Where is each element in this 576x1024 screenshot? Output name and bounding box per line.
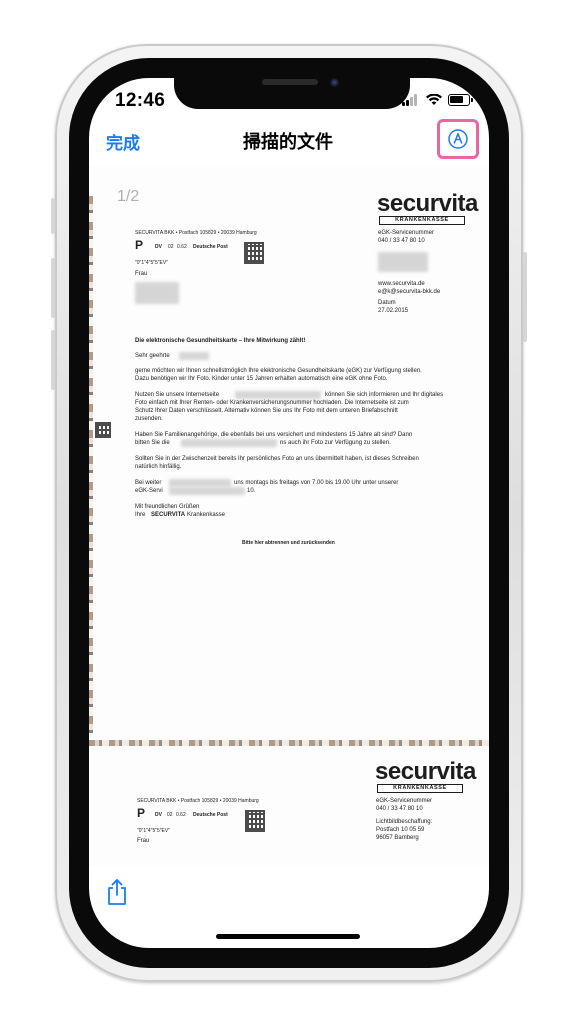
cut-line-text: Bitte hier abtrennen und zurücksenden <box>242 540 335 546</box>
battery-icon <box>448 94 470 106</box>
city: 96057 Bamberg <box>376 835 419 841</box>
redacted-url <box>235 391 321 399</box>
signature-suffix: Krankenkasse <box>187 512 226 518</box>
p3-line1: Haben Sie Familienangehörige, die ebenfa… <box>135 432 413 438</box>
p5-line2a: eGK-Servi <box>135 488 163 494</box>
page-title: 掃描的文件 <box>243 132 333 152</box>
postage-dv: DV <box>155 244 162 250</box>
signature-bold: SECURVITA <box>151 512 186 518</box>
scanned-page-1: 1/2 securvita KRANKENKASSE SECURVITA BKK… <box>89 166 489 746</box>
side-button-left-1 <box>51 198 55 234</box>
status-time: 12:46 <box>115 90 166 111</box>
logo-subtitle-2: KRANKENKASSE <box>377 784 463 793</box>
redacted-name <box>179 352 209 360</box>
home-indicator[interactable] <box>216 934 360 939</box>
p4-line1: Sollten Sie in der Zwischenzeit bereits … <box>135 456 419 462</box>
markup-pen-icon <box>448 129 468 149</box>
postage-code2: 0.62 <box>177 244 187 250</box>
markup-button[interactable] <box>437 119 479 159</box>
securvita-logo: securvita <box>377 190 478 217</box>
service-label-2: eGK-Servicenummer <box>376 798 433 804</box>
logo-subtitle: KRANKENKASSE <box>379 216 465 225</box>
page-indicator: 1/2 <box>117 188 140 205</box>
side-button-left-3 <box>51 330 55 390</box>
sender-line-2: SECURVITA BKK • Postfach 105829 • 20039 … <box>137 798 259 804</box>
postbox: Postfach 10 05 59 <box>376 827 425 833</box>
scan-edge-shadow <box>89 196 93 736</box>
securvita-logo-2: securvita <box>375 758 476 785</box>
side-barcode <box>95 422 111 438</box>
recipient-salutation: Frau <box>135 271 148 277</box>
email: e@k@securvita-bkk.de <box>378 289 441 295</box>
photo-label: Lichtbildbeschaffung: <box>376 819 433 825</box>
p2-line1b: können Sie sich informieren und Ihr digi… <box>325 392 444 398</box>
scanned-document-view[interactable]: 1/2 securvita KRANKENKASSE SECURVITA BKK… <box>89 166 489 866</box>
status-icons <box>402 94 473 108</box>
p2-line2: Foto einfach mit Ihrer Renten- oder Kran… <box>135 400 409 406</box>
redacted-service <box>169 487 245 495</box>
p2-line3: Schutz Ihrer Daten verschlüsselt. Altern… <box>135 408 398 414</box>
datamatrix-code <box>244 242 264 264</box>
redacted-contact <box>378 252 428 272</box>
datamatrix-code-2 <box>245 810 265 832</box>
p1-line1: gerne möchten wir Ihnen schnellstmöglich… <box>135 368 422 374</box>
letter-greeting: Sehr geehrte <box>135 353 170 359</box>
redacted-recipient <box>135 282 179 304</box>
service-number-2: 040 / 33 47 80 10 <box>376 806 423 812</box>
service-number: 040 / 33 47 80 10 <box>378 238 425 244</box>
redacted-question <box>169 479 231 487</box>
postage-p-2: P <box>137 806 146 820</box>
p1-line2: Dazu benötigen wir Ihr Foto. Kinder unte… <box>135 376 388 382</box>
p5-line2b: 10. <box>247 488 256 494</box>
speaker <box>262 79 318 85</box>
website: www.securvita.de <box>378 281 425 287</box>
sender-line: SECURVITA BKK • Postfach 105829 • 20039 … <box>135 230 257 236</box>
wifi-icon <box>426 94 442 105</box>
service-label: eGK-Servicenummer <box>378 230 435 236</box>
p5-line1a: Bei weiter <box>135 480 162 486</box>
letter-subject: Die elektronische Gesundheitskarte – Ihr… <box>135 338 306 344</box>
p3-line2a: bitten Sie die <box>135 440 170 446</box>
deutsche-post: Deutsche Post <box>193 244 228 250</box>
redacted-family <box>181 439 277 447</box>
scanned-page-2: securvita KRANKENKASSE SECURVITA BKK • P… <box>89 746 489 866</box>
barcode-code: "0"1"4"5"5"EV" <box>135 260 168 266</box>
signal-icon <box>402 94 418 106</box>
p4-line2: natürlich hinfällig. <box>135 464 182 470</box>
p3-line2b: ns auch ihr Foto zur Verfügung zu stelle… <box>280 440 391 446</box>
side-button-left-2 <box>51 258 55 318</box>
battery-tip <box>471 98 473 102</box>
postage-code1: 02 <box>168 244 174 250</box>
postage-p: P <box>135 238 144 252</box>
postage-dv-2: DV <box>155 812 162 818</box>
notch <box>174 71 410 109</box>
p2-line1a: Nutzen Sie unsere Internetseite <box>135 392 220 398</box>
side-button-right <box>523 252 527 342</box>
deutsche-post-2: Deutsche Post <box>193 812 228 818</box>
recipient-salutation-2: Frau <box>137 838 150 844</box>
front-camera <box>330 78 339 87</box>
p2-line4: zusenden. <box>135 416 163 422</box>
signature-prefix: Ihre <box>135 512 146 518</box>
barcode-code-2: "0"1"4"5"5"EV" <box>137 828 170 834</box>
date-label: Datum <box>378 300 396 306</box>
done-button[interactable]: 完成 <box>106 129 140 154</box>
p5-line1b: uns montags bis freitags von 7.00 bis 19… <box>234 480 399 486</box>
postage-code2-2: 0.62 <box>176 812 186 818</box>
date: 27.02.2015 <box>378 308 409 314</box>
share-icon[interactable] <box>106 878 128 906</box>
postage-code1-2: 02 <box>167 812 173 818</box>
closing: Mit freundlichen Grüßen <box>135 504 200 510</box>
